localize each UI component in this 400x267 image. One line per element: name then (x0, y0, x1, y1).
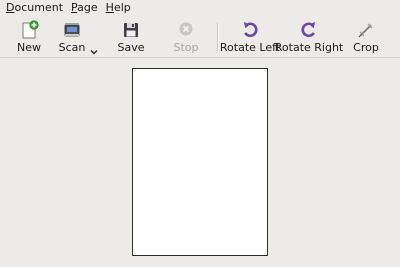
chevron-down-icon[interactable] (89, 47, 99, 57)
stop-icon (179, 22, 193, 36)
rotate-right-button[interactable]: Rotate Right (275, 17, 343, 57)
new-document-icon (22, 20, 39, 39)
new-button-label: New (17, 41, 41, 54)
rotate-right-icon (301, 22, 315, 38)
toolbar: New Scan Save Stop Rotate Left Rotate Ri… (0, 17, 400, 57)
save-button-label: Save (117, 41, 145, 54)
scan-button[interactable]: Scan (56, 17, 88, 57)
menu-document[interactable]: Document (0, 0, 63, 16)
rotate-right-button-label: Rotate Right (274, 41, 344, 54)
crop-icon (358, 23, 373, 38)
menu-help-label: elp (113, 1, 131, 14)
scanner-icon (64, 23, 80, 37)
save-button[interactable]: Save (116, 17, 146, 57)
new-button[interactable]: New (12, 17, 46, 57)
rotate-left-icon (244, 22, 258, 38)
crop-button[interactable]: Crop (352, 17, 380, 57)
toolbar-separator (217, 23, 219, 51)
menu-document-label: ocument (14, 1, 64, 14)
menu-bar: Document Page Help (0, 0, 400, 16)
menu-page-label: age (77, 1, 98, 14)
stop-button[interactable]: Stop (172, 17, 200, 57)
page-preview[interactable] (132, 68, 268, 256)
menu-page[interactable]: Page (65, 0, 98, 16)
toolbar-divider (0, 57, 400, 58)
rotate-left-button[interactable]: Rotate Left (220, 17, 280, 57)
menu-help-mnemonic: H (105, 1, 114, 14)
stop-button-label: Stop (173, 41, 199, 54)
rotate-left-button-label: Rotate Left (219, 41, 281, 54)
scan-button-label: Scan (58, 41, 86, 54)
floppy-disk-icon (124, 23, 138, 37)
crop-button-label: Crop (353, 41, 379, 54)
menu-help[interactable]: Help (100, 0, 131, 16)
